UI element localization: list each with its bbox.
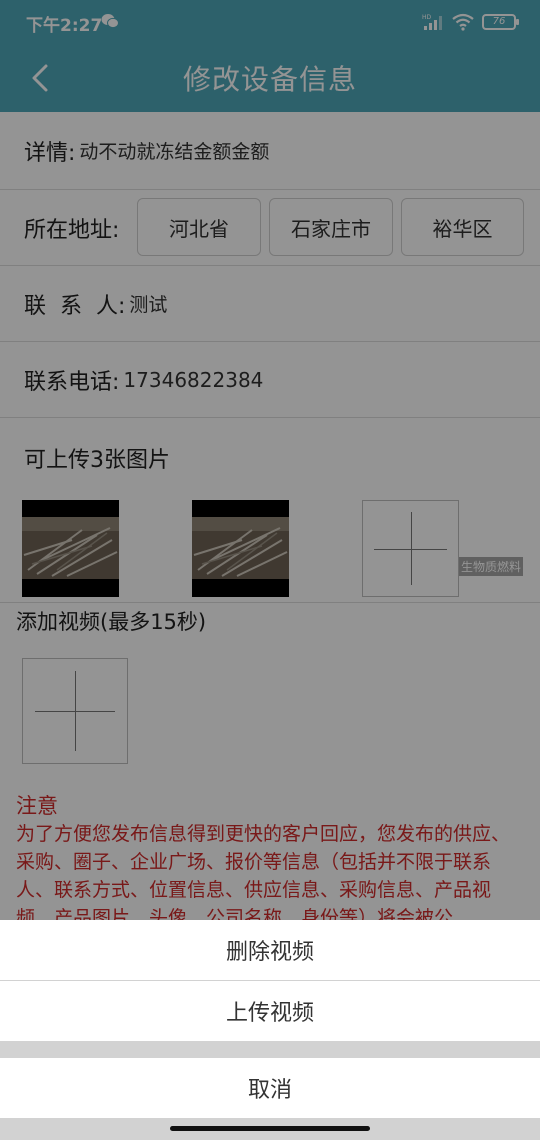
upload-video-button[interactable]: 上传视频	[0, 981, 540, 1041]
action-sheet: 删除视频 上传视频 取消	[0, 920, 540, 1140]
delete-video-button[interactable]: 删除视频	[0, 920, 540, 980]
cancel-button[interactable]: 取消	[0, 1058, 540, 1118]
modal-overlay[interactable]	[0, 0, 540, 920]
home-indicator[interactable]	[170, 1126, 370, 1131]
